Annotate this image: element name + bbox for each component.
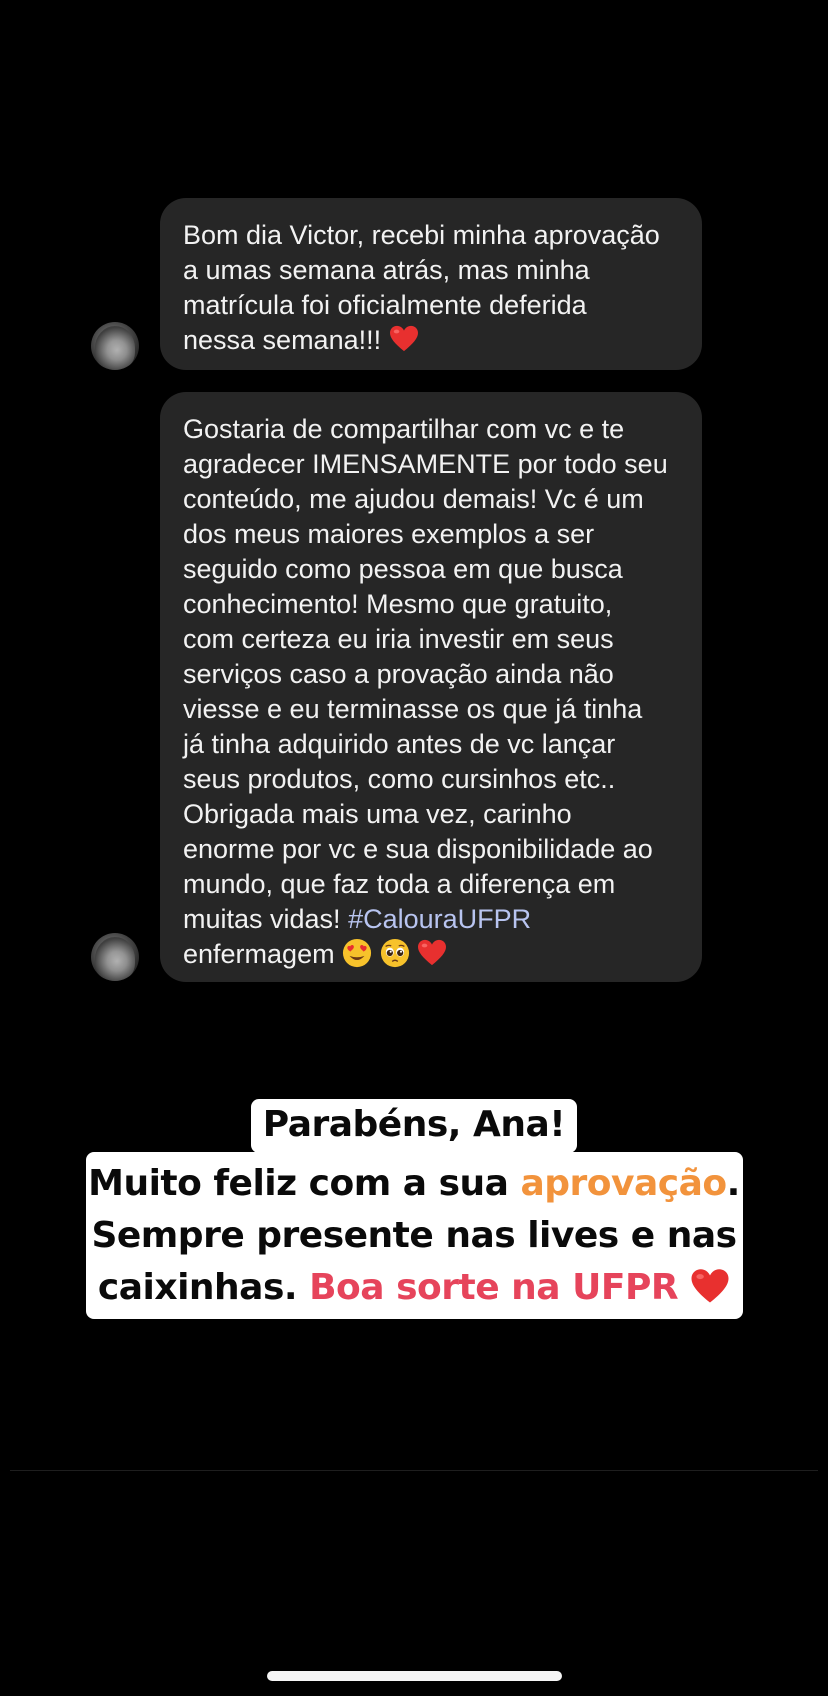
message-bubble[interactable]: Gostaria de compartilhar com vc e te agr… bbox=[160, 392, 702, 982]
caption-line: caixinhas. Boa sorte na UFPR bbox=[0, 1267, 828, 1308]
message-line: conteúdo, me ajudou demais! Vc é um bbox=[183, 484, 644, 514]
message-line: dos meus maiores exemplos a ser bbox=[183, 519, 595, 549]
sender-avatar[interactable] bbox=[91, 933, 139, 981]
message-line: já tinha adquirido antes de vc lançar bbox=[183, 729, 616, 759]
message-line: viesse e eu terminasse os que já tinha bbox=[183, 694, 643, 724]
sender-avatar[interactable] bbox=[91, 322, 139, 370]
message-line: agradecer IMENSAMENTE por todo seu bbox=[183, 449, 668, 479]
message-line-text: enfermagem bbox=[183, 939, 335, 969]
caption-highlight: aprovação bbox=[520, 1163, 727, 1204]
message-line: mundo, que faz toda a diferença em bbox=[183, 869, 616, 899]
home-indicator[interactable] bbox=[267, 1671, 562, 1681]
caption-line: Muito feliz com a sua aprovação. bbox=[0, 1163, 828, 1204]
message-line-last: nessa semana!!! bbox=[183, 323, 680, 358]
caption-text: Muito feliz com a sua bbox=[88, 1163, 509, 1204]
message-line: serviços caso a provação ainda não bbox=[183, 659, 614, 689]
message-line: Bom dia Victor, recebi minha aprovação bbox=[183, 220, 660, 250]
message-line-text: muitas vidas! bbox=[183, 904, 341, 934]
message-line-last: enfermagem bbox=[183, 937, 680, 972]
caption-line: Sempre presente nas lives e nas bbox=[91, 1215, 737, 1256]
message-bubble[interactable]: Bom dia Victor, recebi minha aprovação a… bbox=[160, 198, 702, 370]
hashtag-link[interactable]: #CalouraUFPR bbox=[348, 904, 531, 934]
message-line: Obrigada mais uma vez, carinho bbox=[183, 799, 572, 829]
heart-eyes-face-icon bbox=[343, 938, 372, 968]
pleading-face-icon bbox=[380, 938, 409, 968]
caption-highlight: Boa sorte na UFPR bbox=[309, 1267, 679, 1308]
message-line: seguido como pessoa em que busca bbox=[183, 554, 623, 584]
message-line: com certeza eu iria investir em seus bbox=[183, 624, 614, 654]
divider bbox=[10, 1470, 818, 1471]
message-line: muitas vidas! #CalouraUFPR bbox=[183, 902, 680, 937]
red-heart-icon bbox=[418, 939, 447, 966]
message-line: Gostaria de compartilhar com vc e te bbox=[183, 414, 625, 444]
caption-text: caixinhas. bbox=[97, 1267, 298, 1308]
red-heart-icon bbox=[691, 1269, 729, 1303]
message-line: conhecimento! Mesmo que gratuito, bbox=[183, 589, 613, 619]
red-heart-icon bbox=[389, 325, 418, 352]
caption-text: . bbox=[726, 1163, 741, 1204]
caption-title: Parabéns, Ana! bbox=[262, 1104, 566, 1145]
message-line: a umas semana atrás, mas minha bbox=[183, 255, 590, 285]
message-line: seus produtos, como cursinhos etc.. bbox=[183, 764, 616, 794]
message-line: matrícula foi oficialmente deferida bbox=[183, 290, 587, 320]
message-line: enorme por vc e sua disponibilidade ao bbox=[183, 834, 653, 864]
message-line-text: nessa semana!!! bbox=[183, 325, 382, 355]
